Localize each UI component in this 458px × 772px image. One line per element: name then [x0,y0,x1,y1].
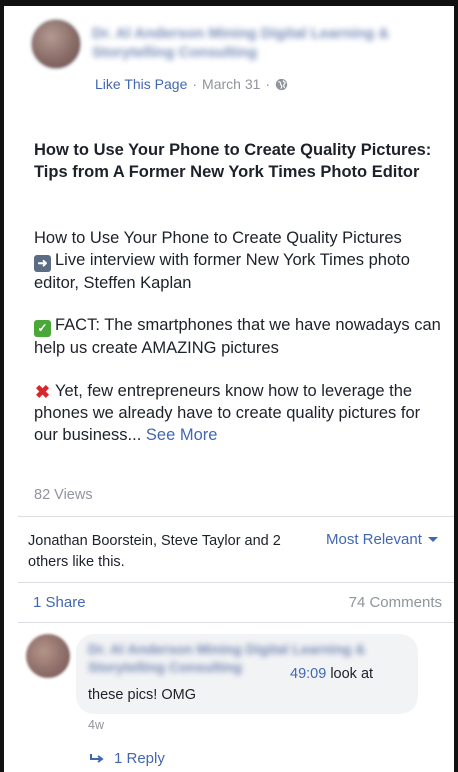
post-title: How to Use Your Phone to Create Quality … [34,141,432,181]
divider [18,516,454,517]
post-meta: Like This Page · March 31 · [95,76,288,92]
reply-arrow-icon [90,753,104,763]
see-more-link[interactable]: See More [146,426,218,444]
cross-mark-emoji-icon: ✖ [34,382,51,402]
likers-summary[interactable]: Jonathan Boorstein, Steve Taylor and 2 o… [28,531,308,573]
sort-label: Most Relevant [326,531,422,548]
paragraph-1-line-1: How to Use Your Phone to Create Quality … [34,229,402,247]
reply-count: 1 Reply [114,750,165,767]
share-count[interactable]: 1 Share [33,594,86,611]
post-card: Dr. Al Anderson Mining Digital Learning … [4,0,454,772]
page-avatar[interactable] [30,18,82,70]
arrow-right-emoji-icon: ➜ [34,255,51,272]
comment-text: look at these pics! OMG [88,666,374,703]
caret-down-icon [427,537,438,542]
paragraph-3-text: Yet, few entrepreneurs know how to lever… [34,382,421,444]
post-paragraph-3: ✖ Yet, few entrepreneurs know how to leve… [34,380,444,446]
post-date[interactable]: March 31 [202,76,260,92]
view-replies-link[interactable]: 1 Reply [90,750,165,767]
post-paragraph-1: How to Use Your Phone to Create Quality … [34,227,444,294]
post-paragraph-2: ✓ FACT: The smartphones that we have nowa… [34,314,444,359]
paragraph-2-text: FACT: The smartphones that we have nowad… [34,316,441,357]
view-count: 82 Views [34,487,93,503]
comment-sort-dropdown[interactable]: Most Relevant [326,531,438,548]
comment-age[interactable]: 4w [88,718,104,732]
commenter-avatar[interactable] [26,634,70,678]
top-edge [4,0,454,6]
divider [18,622,454,623]
comment-count[interactable]: 74 Comments [349,594,442,611]
like-page-link[interactable]: Like This Page [95,76,187,92]
paragraph-1-line-2: Live interview with former New York Time… [34,251,410,292]
post-header: Dr. Al Anderson Mining Digital Learning … [30,18,440,98]
divider [18,582,454,583]
comment-body: 49:09 look at these pics! OMG [88,664,408,706]
globe-icon[interactable] [275,78,288,91]
meta-separator: · [192,76,198,92]
page-name-obscured[interactable]: Dr. Al Anderson Mining Digital Learning … [92,24,432,62]
meta-separator-2: · [265,76,271,92]
comment-bubble: Dr. Al Anderson Mining Digital Learning … [76,634,418,714]
check-mark-emoji-icon: ✓ [34,320,51,337]
video-timestamp-link[interactable]: 49:09 [290,666,326,682]
